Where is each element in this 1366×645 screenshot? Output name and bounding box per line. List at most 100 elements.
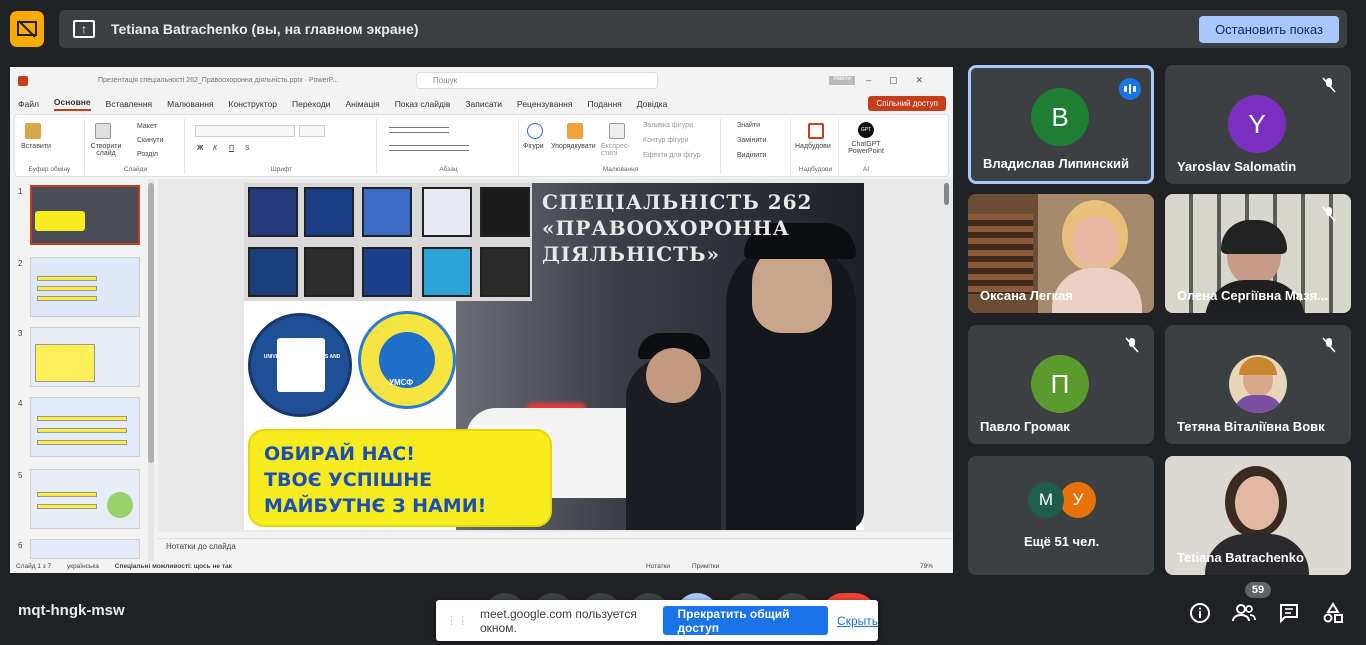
paste-icon[interactable]: [25, 123, 41, 139]
participant-name: Олена Сергіївна Мазя...: [1177, 288, 1329, 303]
new-slide-icon[interactable]: [95, 123, 111, 139]
ribbon-group-slides: Створити слайд Макет Скинути Розділ Слай…: [87, 119, 185, 174]
menu-review[interactable]: Рецензування: [517, 99, 572, 109]
shapes-label[interactable]: Фігури: [523, 143, 544, 150]
activities-icon[interactable]: [1318, 598, 1348, 628]
current-slide: СПЕЦІАЛЬНІСТЬ 262 «ПРАВООХОРОННА ДІЯЛЬНІ…: [244, 183, 864, 530]
participant-name: Tetiana Batrachenko: [1177, 550, 1304, 565]
arrange-label[interactable]: Упорядкувати: [551, 143, 596, 150]
shape-fill-label[interactable]: Заливка фігури: [643, 122, 693, 129]
align-icon[interactable]: [389, 145, 469, 151]
font-name-select[interactable]: [195, 125, 295, 137]
arrange-icon[interactable]: [567, 123, 583, 139]
status-accessibility[interactable]: Спеціальні можливості: щось не так: [115, 563, 232, 570]
chat-icon[interactable]: [1274, 598, 1304, 628]
menu-file[interactable]: Файл: [18, 99, 39, 109]
shape-effects-label[interactable]: Ефекти для фігур: [643, 152, 701, 159]
participant-tile[interactable]: М У Ещё 51 чел.: [968, 456, 1154, 575]
chatgpt-icon[interactable]: GPT: [858, 122, 874, 138]
select-label[interactable]: Виділити: [737, 152, 766, 159]
drag-handle-icon[interactable]: ⋮⋮: [446, 614, 468, 627]
ribbon-group-addins: Надбудови Надбудови: [793, 119, 839, 174]
thumbnail-image: [30, 397, 140, 457]
menu-design[interactable]: Конструктор: [229, 99, 277, 109]
menu-view[interactable]: Подання: [587, 99, 621, 109]
slide-thumbnail[interactable]: 5: [16, 469, 156, 533]
ppt-user-chip[interactable]: Увійти: [829, 76, 855, 85]
section-label[interactable]: Розділ: [137, 151, 158, 158]
status-comments-button[interactable]: Примітки: [692, 563, 719, 570]
addins-label[interactable]: Надбудови: [795, 143, 831, 150]
ppt-share-button[interactable]: Спільний доступ: [868, 96, 946, 111]
slide-thumbnail[interactable]: 1: [16, 185, 156, 249]
menu-home[interactable]: Основне: [53, 97, 91, 111]
menu-draw[interactable]: Малювання: [167, 99, 213, 109]
ppt-window-controls[interactable]: –▢✕: [866, 75, 941, 86]
mic-off-icon: [1321, 77, 1337, 93]
slide-scrollbar[interactable]: [943, 179, 951, 532]
ppt-search-input[interactable]: Пошук: [416, 72, 658, 89]
reset-label[interactable]: Скинути: [137, 137, 164, 144]
bold-button[interactable]: Ж: [197, 145, 203, 152]
participant-tile[interactable]: Оксана Легкая: [968, 194, 1154, 313]
strike-button[interactable]: S: [245, 145, 250, 152]
presentation-banner: ↑ Tetiana Batrachenko (вы, на главном эк…: [59, 10, 1347, 48]
slide-thumbnail[interactable]: 4: [16, 397, 156, 461]
status-language[interactable]: українська: [67, 563, 99, 570]
stop-presenting-button[interactable]: Остановить показ: [1199, 16, 1339, 43]
stop-sharing-button[interactable]: Прекратить общий доступ: [663, 606, 829, 635]
addins-icon[interactable]: [808, 123, 824, 139]
quick-styles-icon[interactable]: [609, 123, 625, 139]
participant-tile[interactable]: Tetiana Batrachenko: [1165, 456, 1351, 575]
addins-group-label: Надбудови: [798, 166, 833, 173]
participant-name: Yaroslav Salomatin: [1177, 159, 1297, 174]
slide-thumbnail[interactable]: 3: [16, 327, 156, 391]
participant-tile[interactable]: Y Yaroslav Salomatin: [1165, 65, 1351, 184]
info-icon[interactable]: [1185, 598, 1215, 628]
participant-tile[interactable]: Тетяна Віталіївна Вовк: [1165, 325, 1351, 444]
shapes-icon[interactable]: [527, 123, 543, 139]
slide-canvas: СПЕЦІАЛЬНІСТЬ 262 «ПРАВООХОРОННА ДІЯЛЬНІ…: [158, 179, 953, 532]
badge-emblem: [480, 187, 530, 237]
ribbon-group-clipboard: Вставити Буфер обміну: [15, 119, 85, 174]
chatgpt-label[interactable]: ChatGPT PowerPoint: [843, 141, 889, 155]
participant-name: Владислав Липинский: [983, 156, 1129, 171]
menu-help[interactable]: Довідка: [637, 99, 668, 109]
new-slide-label[interactable]: Створити слайд: [89, 143, 123, 157]
find-label[interactable]: Знайти: [737, 122, 760, 129]
menu-record[interactable]: Записати: [465, 99, 502, 109]
menu-slideshow[interactable]: Показ слайдів: [395, 99, 451, 109]
menu-transitions[interactable]: Переходи: [292, 99, 331, 109]
bullets-icon[interactable]: [389, 127, 449, 133]
badge-emblem: [362, 187, 412, 237]
slide-thumbnail[interactable]: 2: [16, 257, 156, 321]
font-size-select[interactable]: [299, 125, 325, 137]
shape-outline-label[interactable]: Контур фігури: [643, 137, 688, 144]
underline-button[interactable]: П: [229, 145, 234, 152]
presenting-icon: [10, 11, 44, 47]
badge-emblem: [248, 187, 298, 237]
participant-tile[interactable]: В Владислав Липинский: [968, 65, 1154, 184]
status-zoom[interactable]: 79%: [920, 563, 933, 570]
menu-animations[interactable]: Анімація: [346, 99, 380, 109]
thumbnails-scrollbar[interactable]: [148, 179, 154, 561]
participant-tile[interactable]: П Павло Громак: [968, 325, 1154, 444]
quick-styles-label[interactable]: Експрес-стилі: [601, 143, 637, 157]
participant-tile[interactable]: Олена Сергіївна Мазя...: [1165, 194, 1351, 313]
hide-link[interactable]: Скрыть: [837, 614, 878, 628]
status-notes-button[interactable]: Нотатки: [646, 563, 670, 570]
slide-notes[interactable]: Нотатки до слайда: [158, 538, 953, 556]
thumbnail-image: [30, 257, 140, 317]
shared-powerpoint-window: Презентація спеціальності 262_Правоохоро…: [10, 67, 953, 573]
thumbnail-image: [30, 539, 140, 559]
replace-label[interactable]: Замінити: [737, 137, 766, 144]
avatar: П: [1031, 355, 1089, 413]
paste-label[interactable]: Вставити: [21, 143, 51, 150]
people-icon[interactable]: [1229, 598, 1259, 628]
badge-emblem: [422, 187, 472, 237]
italic-button[interactable]: К: [213, 145, 217, 152]
menu-insert[interactable]: Вставлення: [106, 99, 152, 109]
drawing-group-label: Малювання: [602, 166, 639, 173]
ribbon-group-paragraph: Абзац: [379, 119, 519, 174]
layout-label[interactable]: Макет: [137, 123, 157, 130]
